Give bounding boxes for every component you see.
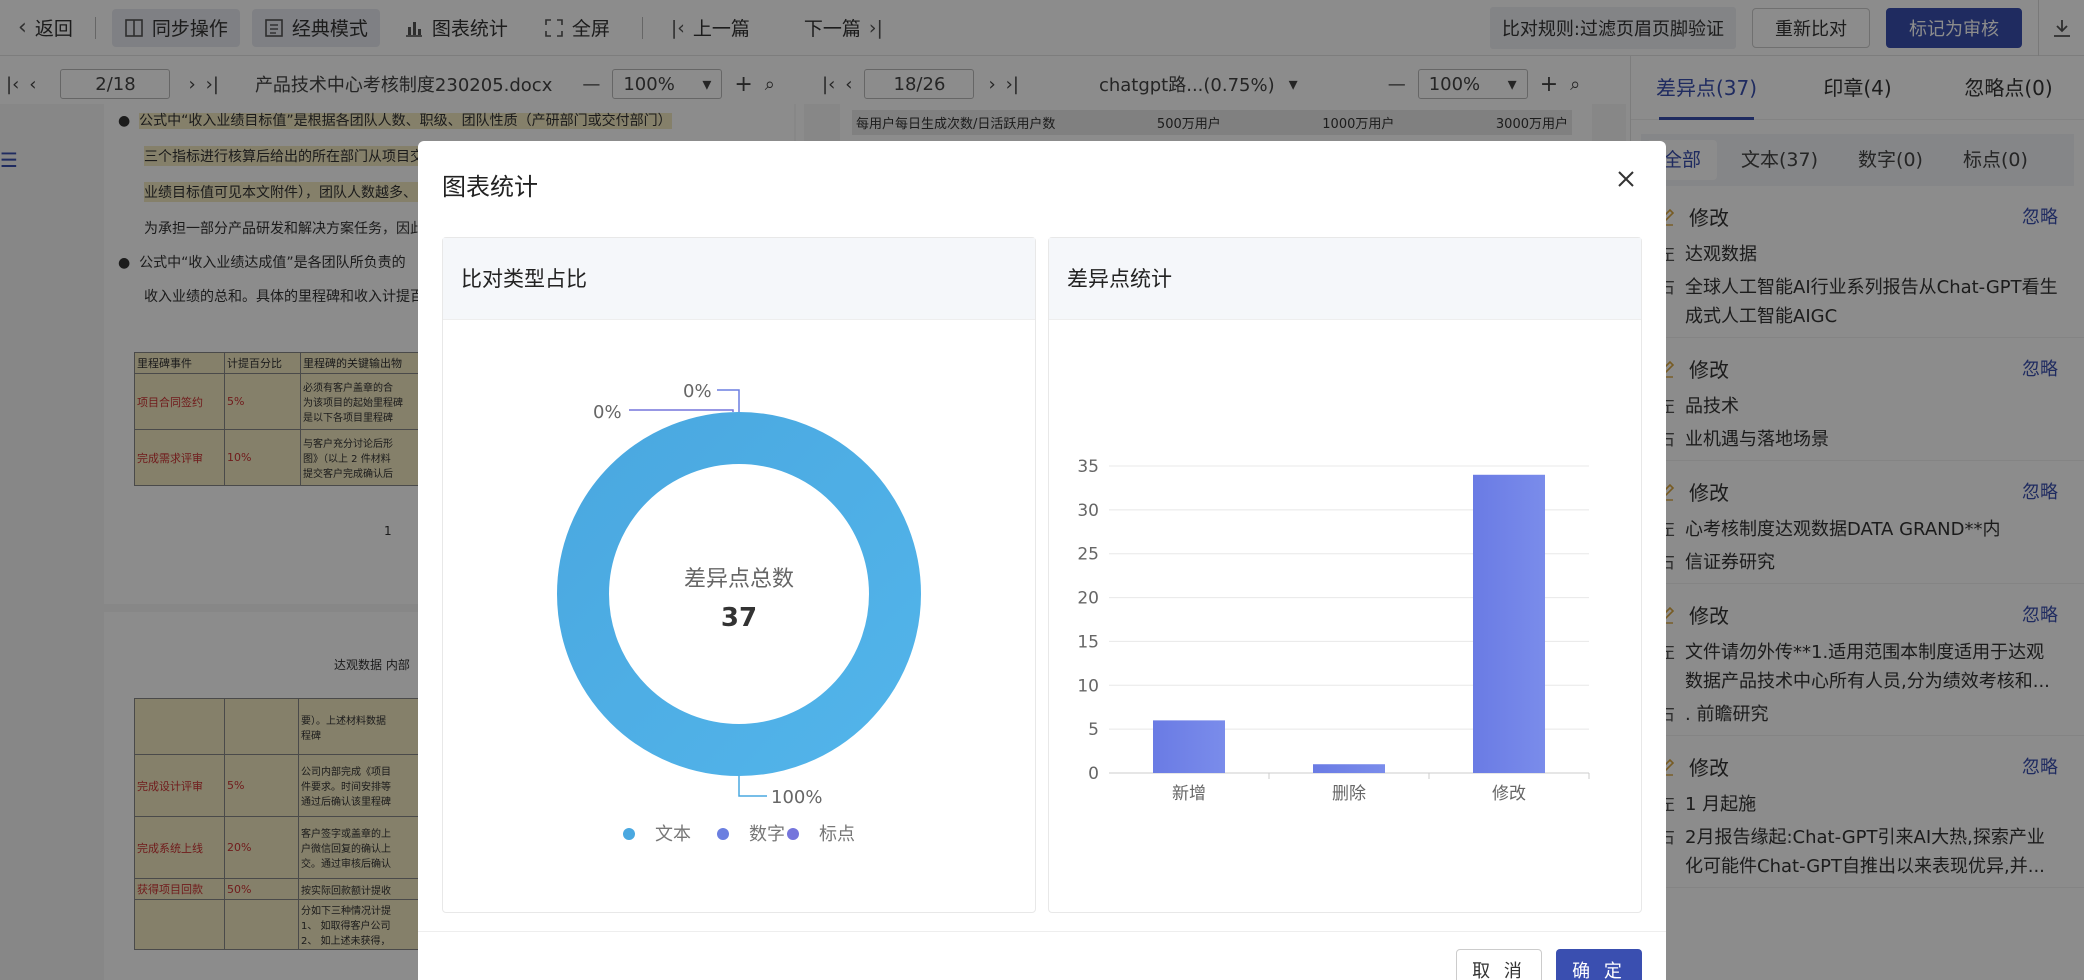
- donut-percent-label-2: 0%: [593, 402, 622, 423]
- donut-slice-0: [557, 412, 921, 776]
- y-tick-label: 30: [1077, 501, 1099, 521]
- x-tick-label: 修改: [1492, 784, 1526, 804]
- bar-2: [1473, 474, 1545, 773]
- legend-label-1: 数字: [749, 824, 785, 845]
- bar-card-title: 差异点统计: [1049, 238, 1641, 320]
- close-icon[interactable]: [1614, 167, 1638, 191]
- donut-percent-label-0: 100%: [771, 787, 822, 808]
- donut-chart: 差异点总数 37 100% 0% 0% 文本 数字 标点: [557, 381, 921, 845]
- legend-dot-2: [787, 828, 799, 840]
- bar-card: 差异点统计 0 5 10 15 20 25 30 35 新增 删除 修改: [1048, 237, 1642, 913]
- x-tick-label: 删除: [1332, 784, 1366, 804]
- y-tick-label: 35: [1077, 457, 1099, 477]
- x-tick-label: 新增: [1172, 784, 1206, 804]
- donut-card: 比对类型占比 差异点总数 37 100% 0% 0% 文本 数字 标点: [442, 237, 1036, 913]
- y-tick-label: 0: [1088, 764, 1099, 784]
- donut-center-value: 37: [721, 603, 757, 633]
- dialog-title: 图表统计: [442, 173, 538, 201]
- legend-dot-0: [623, 828, 635, 840]
- y-tick-label: 25: [1077, 545, 1099, 565]
- donut-percent-label-1: 0%: [683, 381, 712, 402]
- leader-line-1: [717, 389, 740, 412]
- donut-center-label: 差异点总数: [684, 567, 794, 592]
- y-tick-label: 5: [1088, 720, 1099, 740]
- leader-line-0: [738, 776, 767, 797]
- legend-label-2: 标点: [819, 824, 855, 845]
- legend-dot-1: [717, 828, 729, 840]
- confirm-button[interactable]: 确 定: [1556, 949, 1642, 980]
- donut-card-title: 比对类型占比: [443, 238, 1035, 320]
- leader-line-2: [629, 409, 734, 412]
- y-tick-label: 20: [1077, 589, 1099, 609]
- legend-label-0: 文本: [655, 824, 691, 845]
- cancel-button[interactable]: 取 消: [1456, 949, 1542, 980]
- bar-chart: 0 5 10 15 20 25 30 35 新增 删除 修改: [1077, 457, 1590, 804]
- chart-stats-dialog: 图表统计 比对类型占比 差异点总数 37 100% 0% 0% 文本 数字 标点 差异点统计 …: [418, 141, 1666, 980]
- bar-1: [1313, 764, 1385, 773]
- y-tick-label: 10: [1077, 676, 1099, 696]
- y-tick-label: 15: [1077, 632, 1099, 652]
- bar-0: [1153, 720, 1225, 773]
